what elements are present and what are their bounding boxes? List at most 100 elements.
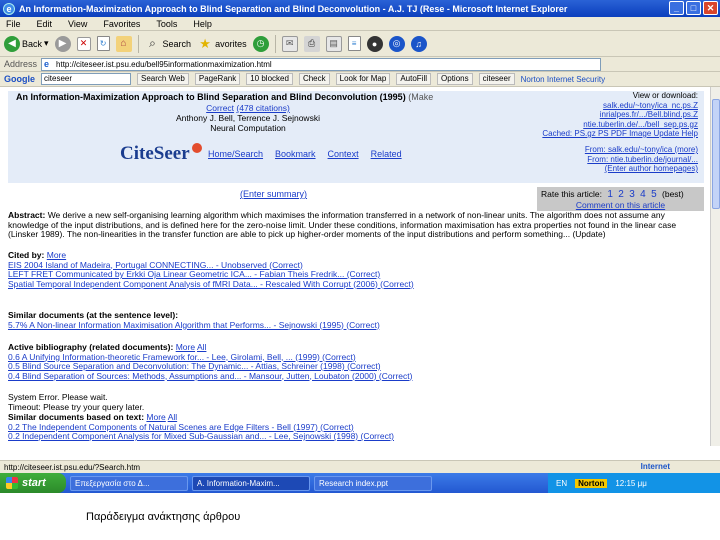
maximize-icon[interactable]: □ (686, 1, 701, 15)
vertical-scrollbar[interactable] (710, 87, 720, 446)
paper-meta: Correct (478 citations) Anthony J. Bell,… (8, 103, 488, 133)
address-input[interactable]: http://citeseer.ist.psu.edu/bell95inform… (41, 57, 602, 71)
biblio-all-link[interactable]: All (197, 342, 206, 352)
nav-related[interactable]: Related (371, 149, 402, 159)
menu-favorites[interactable]: Favorites (103, 19, 140, 29)
forward-button[interactable]: ▶ (54, 35, 71, 52)
cited-by-more-link[interactable]: More (47, 250, 66, 260)
rate-best: (best) (662, 189, 684, 199)
from-link[interactable]: From: ntie.tuberlin.de/journal/... (508, 155, 698, 165)
title-marker: (Make (408, 92, 434, 102)
citeseer-header: An Information-Maximization Approach to … (8, 91, 704, 183)
start-button[interactable]: start (0, 473, 66, 493)
active-bibliography-section: Active bibliography (related documents):… (8, 342, 688, 382)
list-item[interactable]: LEFT FRET Communicated by Erkki Oja Line… (8, 270, 688, 280)
list-item[interactable]: 0.5 Blind Source Separation and Deconvol… (8, 362, 688, 372)
favorites-button[interactable]: ★ avorites (197, 35, 247, 52)
citations-link[interactable]: (478 citations) (236, 103, 289, 113)
download-link[interactable]: salk.edu/~tony/ica_nc.ps.Z (508, 101, 698, 111)
chevron-down-icon[interactable]: ▾ (44, 38, 49, 49)
google-pagerank-button[interactable]: PageRank (194, 73, 241, 85)
popup-blocked-button[interactable]: 10 blocked (246, 73, 293, 85)
autofill-button[interactable]: AutoFill (396, 73, 432, 85)
google-search-web-button[interactable]: Search Web (137, 73, 189, 85)
address-bar: Address http://citeseer.ist.psu.edu/bell… (0, 57, 720, 72)
list-item[interactable]: 0.2 The Independent Components of Natura… (8, 423, 688, 433)
norton-icon[interactable]: Norton (575, 478, 608, 488)
correct-link[interactable]: Correct (206, 103, 234, 113)
list-item[interactable]: 0.4 Blind Separation of Sources: Methods… (8, 372, 688, 382)
from-link[interactable]: (Enter author homepages) (508, 164, 698, 174)
back-button[interactable]: ◀ Back ▾ (4, 35, 49, 52)
edit-icon[interactable]: ▤ (325, 35, 342, 52)
paper-venue: Neural Computation (210, 123, 286, 133)
look-for-map-button[interactable]: Look for Map (335, 73, 391, 85)
menu-help[interactable]: Help (193, 19, 212, 29)
options-button[interactable]: Options (437, 73, 473, 85)
download-links: View or download: salk.edu/~tony/ica_nc.… (508, 91, 698, 139)
taskbar-item-word[interactable]: Επεξεργασία στο Δ... (70, 475, 188, 491)
nav-home-search[interactable]: Home/Search (208, 149, 263, 159)
print-icon[interactable]: ⎙ (303, 35, 320, 52)
messenger-icon[interactable]: ● (366, 35, 383, 52)
menu-tools[interactable]: Tools (156, 19, 177, 29)
citeseer-highlight-button[interactable]: citeseer (478, 73, 515, 85)
google-toolbar: Google citeseer Search Web PageRank 10 b… (0, 72, 720, 87)
cited-by-head: Cited by: (8, 250, 45, 260)
list-item[interactable]: 5.7% A Non-linear Information Maximisati… (8, 321, 688, 331)
taskbar-item-ie[interactable]: A. Information-Maxim... (192, 475, 310, 491)
discuss-icon[interactable]: ≡ (347, 36, 361, 51)
cached-formats-link[interactable]: Cached: PS.gz PS PDF Image Update Help (508, 129, 698, 139)
search-button[interactable]: ⌕ Search (145, 36, 191, 52)
search-icon: ⌕ (149, 36, 156, 50)
nav-bookmark[interactable]: Bookmark (275, 149, 316, 159)
favorites-star-icon: ★ (199, 35, 211, 51)
list-item[interactable]: EIS 2004 Island of Madeira, Portugal CON… (8, 261, 688, 271)
download-link[interactable]: ntie.tuberlin.de/.../bell_sep.ps.gz (508, 120, 698, 130)
home-icon[interactable]: ⌂ (115, 35, 132, 52)
logo-mark-icon (191, 143, 202, 153)
media-icon[interactable]: ♫ (410, 35, 427, 52)
close-icon[interactable]: ✕ (703, 1, 718, 15)
language-indicator[interactable]: EN (556, 479, 567, 488)
norton-security-label[interactable]: Norton Internet Security (521, 75, 605, 84)
from-link[interactable]: From: salk.edu/~tony/ica (more) (508, 145, 698, 155)
list-item[interactable]: 0.6 A Unifying Information-theoretic Fra… (8, 353, 688, 363)
similar-text-all-link[interactable]: All (168, 412, 177, 422)
download-link[interactable]: inrialpes.fr/.../Bell.blind.ps.Z (508, 110, 698, 120)
ie-icon: e (3, 2, 15, 15)
comment-link[interactable]: Comment on this article (541, 200, 700, 210)
research-icon[interactable]: ◎ (388, 35, 405, 52)
list-item[interactable]: Spatial Temporal Independent Component A… (8, 280, 688, 290)
minimize-icon[interactable]: _ (669, 1, 684, 15)
rate-5[interactable]: 5 (651, 189, 657, 200)
abstract-label: Abstract: (8, 210, 46, 220)
list-item[interactable]: 0.2 Independent Component Analysis for M… (8, 432, 688, 442)
standard-toolbar: ◀ Back ▾ ▶ ✕ ↻ ⌂ ⌕ Search ★ avorites ◷ ✉… (0, 31, 720, 57)
stop-icon[interactable]: ✕ (76, 36, 91, 51)
favorites-label: avorites (215, 38, 247, 49)
scrollbar-thumb[interactable] (712, 99, 720, 209)
history-icon[interactable]: ◷ (252, 35, 269, 52)
refresh-icon[interactable]: ↻ (96, 36, 110, 51)
menu-file[interactable]: File (6, 19, 21, 29)
rate-label: Rate this article: (541, 189, 602, 199)
rate-1[interactable]: 1 (607, 189, 613, 200)
nav-context[interactable]: Context (328, 149, 359, 159)
rate-4[interactable]: 4 (640, 189, 646, 200)
rate-3[interactable]: 3 (629, 189, 635, 200)
biblio-more-link[interactable]: More (176, 342, 195, 352)
google-search-input[interactable]: citeseer (41, 73, 131, 85)
mail-icon[interactable]: ✉ (281, 35, 298, 52)
google-logo[interactable]: Google (4, 74, 35, 84)
window-title: An Information-Maximization Approach to … (19, 3, 568, 14)
taskbar-item-ppt[interactable]: Research index.ppt (314, 475, 432, 491)
windows-flag-icon (6, 477, 18, 489)
menu-view[interactable]: View (68, 19, 87, 29)
summary-link[interactable]: (Enter summary) (240, 189, 307, 199)
rate-2[interactable]: 2 (618, 189, 624, 200)
spell-check-button[interactable]: Check (298, 73, 330, 85)
citeseer-logo[interactable]: CiteSeer (120, 143, 202, 165)
similar-text-more-link[interactable]: More (146, 412, 165, 422)
menu-edit[interactable]: Edit (37, 19, 53, 29)
